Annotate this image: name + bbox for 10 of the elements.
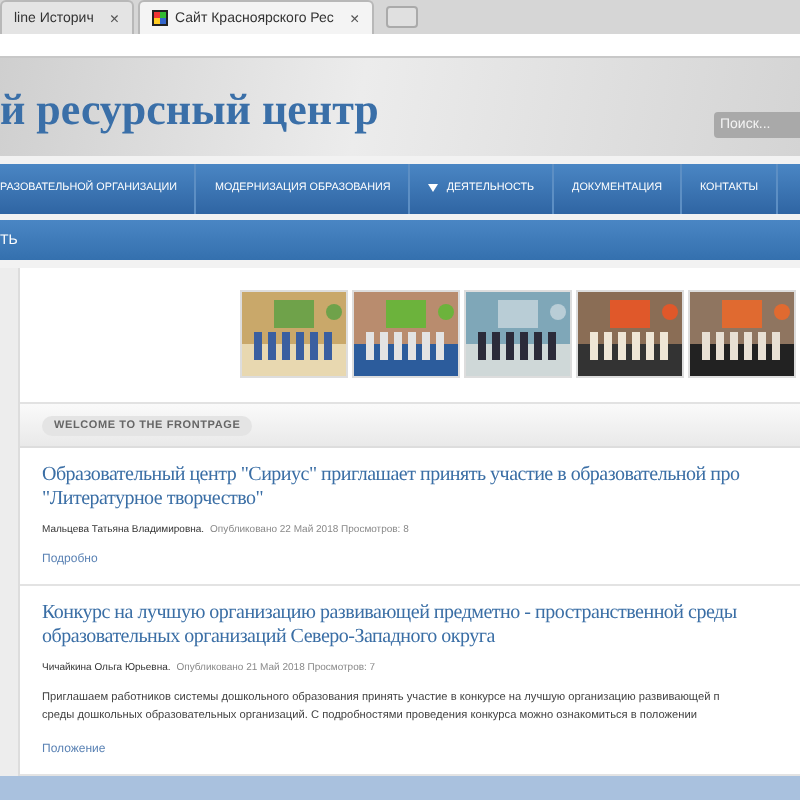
close-icon[interactable]: ×: [349, 9, 360, 27]
article-title[interactable]: Конкурс на лучшую организацию развивающей предметно - пространственной среды: [42, 602, 800, 627]
close-icon[interactable]: ×: [109, 9, 120, 27]
new-tab-button[interactable]: [385, 6, 418, 28]
article-title[interactable]: Образовательный центр "Сириус" приглашает принять участие в образовательной про: [42, 464, 800, 489]
site-icon: [151, 10, 168, 26]
article-title[interactable]: образовательных организаций Северо-Западного округа: [42, 626, 800, 651]
caret-icon: [428, 184, 439, 193]
site-title: й ресурсный центр: [0, 84, 379, 137]
article-title[interactable]: "Литературное творчество": [42, 488, 800, 513]
